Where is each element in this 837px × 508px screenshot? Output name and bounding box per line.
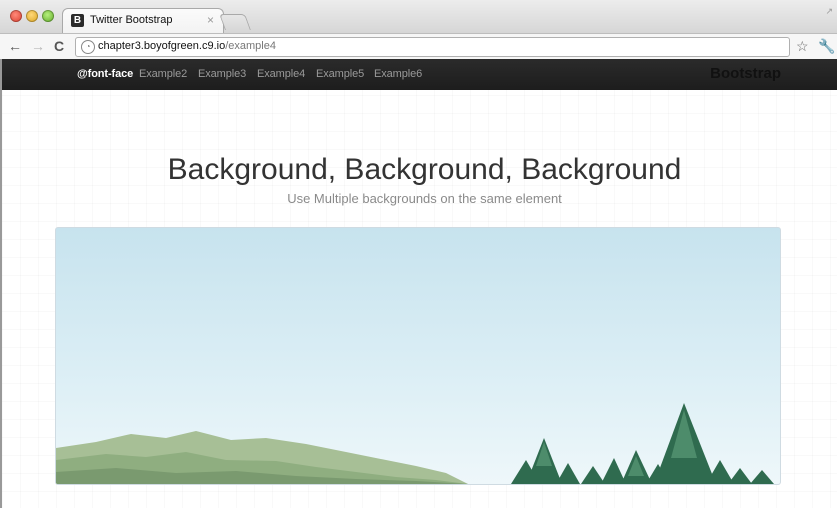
star-icon[interactable]: ☆ (796, 39, 809, 53)
fullscreen-icon[interactable]: ↗ (825, 6, 833, 17)
zoom-window-button[interactable] (42, 10, 54, 22)
landscape-illustration (56, 403, 774, 484)
forest (511, 403, 774, 484)
browser-toolbar: ← → C ◔ chapter3.boyofgreen.c9.io/exampl… (0, 33, 837, 60)
browser-tab-bar: B Twitter Bootstrap × ↗ (0, 0, 837, 34)
tree (728, 468, 752, 484)
nav-item-example4[interactable]: Example4 (257, 68, 305, 80)
nav-item-example6[interactable]: Example6 (374, 68, 422, 80)
tree (581, 466, 605, 484)
reload-icon[interactable]: C (54, 38, 64, 54)
bootstrap-favicon-icon: B (71, 14, 84, 27)
nav-item-example5[interactable]: Example5 (316, 68, 364, 80)
brand-logo[interactable]: Bootstrap (710, 65, 781, 82)
tab-title: Twitter Bootstrap (90, 14, 173, 26)
nav-item-example2[interactable]: Example2 (139, 68, 187, 80)
nav-item-font-face[interactable]: @font-face (77, 68, 133, 80)
site-navbar: @font-face Example2 Example3 Example4 Ex… (2, 59, 837, 90)
close-window-button[interactable] (10, 10, 22, 22)
address-bar[interactable]: ◔ chapter3.boyofgreen.c9.io/example4 (75, 37, 790, 57)
tab-close-icon[interactable]: × (207, 13, 214, 27)
browser-tab[interactable]: B Twitter Bootstrap × (62, 8, 224, 34)
url-text[interactable]: chapter3.boyofgreen.c9.io/example4 (98, 40, 276, 52)
forward-arrow-icon[interactable]: → (31, 38, 45, 54)
wrench-icon[interactable]: 🔧 (818, 38, 835, 54)
tree (601, 458, 626, 484)
nav-item-example3[interactable]: Example3 (198, 68, 246, 80)
new-tab-button[interactable] (219, 14, 251, 30)
url-host: chapter3.boyofgreen.c9.io (98, 40, 226, 52)
tree (556, 463, 580, 484)
hero-background-panel (55, 227, 781, 485)
back-arrow-icon[interactable]: ← (8, 38, 22, 54)
tree (750, 470, 774, 484)
url-path: /example4 (225, 40, 276, 52)
page-title: Background, Background, Background (167, 153, 682, 186)
page-viewport: @font-face Example2 Example3 Example4 Ex… (0, 59, 837, 508)
page-subtitle: Use Multiple backgrounds on the same ele… (287, 191, 562, 206)
page-info-icon[interactable]: ◔ (81, 40, 95, 54)
minimize-window-button[interactable] (26, 10, 38, 22)
